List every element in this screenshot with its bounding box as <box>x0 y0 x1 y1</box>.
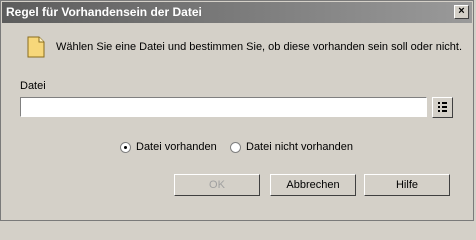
file-path-input[interactable] <box>20 97 427 117</box>
radio-file-not-exists[interactable]: Datei nicht vorhanden <box>230 141 353 153</box>
title-bar: Regel für Vorhandensein der Datei × <box>2 2 472 23</box>
close-button[interactable]: × <box>454 5 469 19</box>
cancel-button[interactable]: Abbrechen <box>270 174 356 196</box>
radio-button[interactable] <box>230 141 241 153</box>
radio-button-checked[interactable] <box>120 141 131 153</box>
dialog-title: Regel für Vorhandensein der Datei <box>6 5 202 19</box>
radio-label: Datei nicht vorhanden <box>246 141 354 153</box>
dialog-window: Regel für Vorhandensein der Datei × Wähl… <box>0 0 474 221</box>
intro-text: Wählen Sie eine Datei und bestimmen Sie,… <box>56 41 463 53</box>
radio-file-exists[interactable]: Datei vorhanden <box>120 141 217 153</box>
browse-icon <box>438 102 447 112</box>
browse-button[interactable] <box>432 97 453 118</box>
document-icon <box>27 36 45 58</box>
ok-button[interactable]: OK <box>174 174 260 196</box>
radio-label: Datei vorhanden <box>136 141 217 153</box>
file-label: Datei <box>20 80 46 92</box>
close-icon: × <box>458 5 465 17</box>
help-button[interactable]: Hilfe <box>364 174 450 196</box>
